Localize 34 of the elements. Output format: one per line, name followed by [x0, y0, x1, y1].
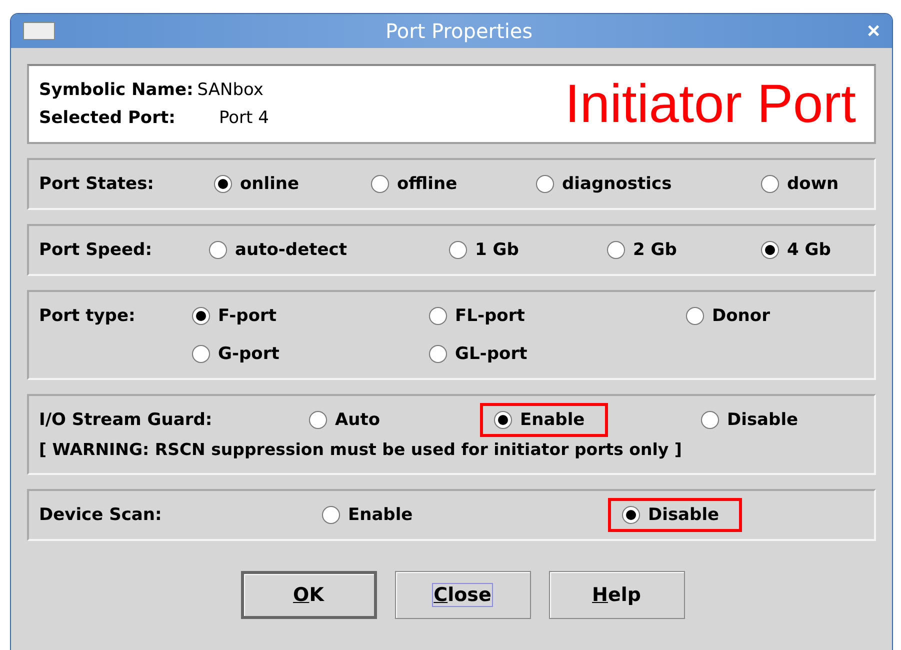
port-role-title: Initiator Port — [564, 73, 857, 135]
field-value: Port 4 — [219, 108, 269, 128]
radio-option[interactable]: auto-detect — [209, 240, 347, 260]
radio-option[interactable]: 4 Gb — [761, 240, 831, 260]
dialog-button[interactable]: OK — [240, 571, 376, 619]
group-label: Port type: — [39, 306, 136, 326]
group-label: Device Scan: — [39, 505, 163, 525]
warning-text: [ WARNING: RSCN suppression must be used for initiator ports only ] — [39, 440, 683, 459]
group-label: Port States: — [39, 174, 155, 194]
radio-option[interactable]: 1 Gb — [449, 240, 519, 260]
field-label: Symbolic Name: — [39, 80, 194, 100]
highlighted-radio-option[interactable]: Disable — [608, 498, 742, 532]
window-menu-icon[interactable] — [23, 22, 55, 40]
field-value: SANbox — [197, 80, 264, 100]
radio-option[interactable]: online — [214, 174, 300, 194]
radio-option[interactable]: Auto — [309, 410, 380, 430]
dialog-button[interactable]: Help — [548, 571, 684, 619]
radio-option[interactable]: offline — [371, 174, 458, 194]
highlighted-radio-option[interactable]: Enable — [480, 403, 608, 437]
radio-option[interactable]: F-port — [192, 306, 277, 326]
radio-option[interactable]: Enable — [322, 505, 413, 525]
radio-option[interactable]: GL-port — [429, 344, 528, 364]
radio-option[interactable]: Disable — [701, 410, 798, 430]
radio-option[interactable]: G-port — [192, 344, 280, 364]
group-label: Port Speed: — [39, 240, 154, 260]
radio-option[interactable]: diagnostics — [536, 174, 672, 194]
dialog-button[interactable]: Close — [394, 571, 530, 619]
radio-option[interactable]: Donor — [686, 306, 770, 326]
radio-option[interactable]: down — [761, 174, 839, 194]
group-label: I/O Stream Guard: — [39, 410, 214, 430]
field-label: Selected Port: — [39, 108, 176, 128]
radio-option[interactable]: 2 Gb — [607, 240, 677, 260]
window-title: Port Properties — [384, 19, 534, 43]
radio-option[interactable]: FL-port — [429, 306, 525, 326]
